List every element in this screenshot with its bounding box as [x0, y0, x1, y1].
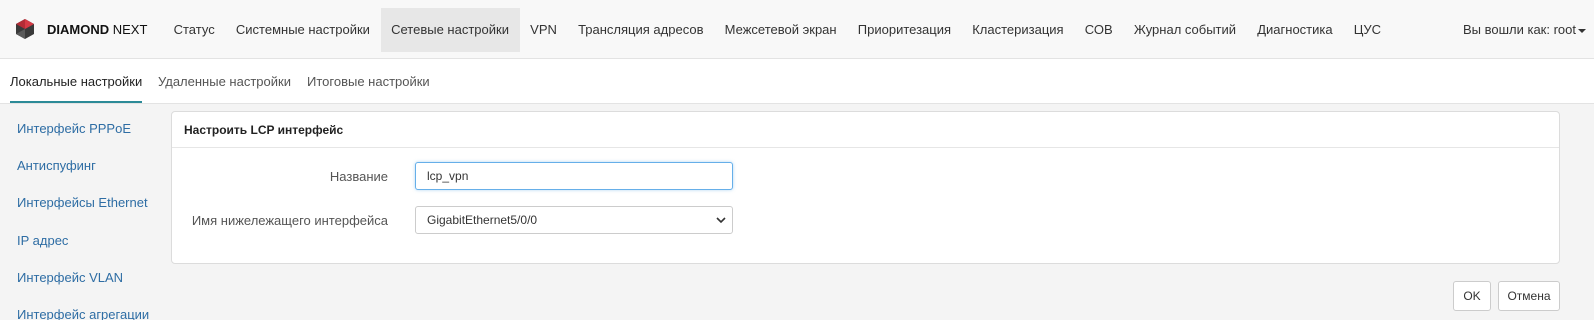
diamond-logo-icon [16, 19, 34, 39]
brand-logo[interactable]: DIAMOND NEXT [14, 16, 147, 42]
user-menu[interactable]: Вы вошли как: root [1463, 8, 1586, 52]
interface-select-value: GigabitEthernet5/0/0 [427, 213, 538, 227]
sidebar-item-antispoofing[interactable]: Антиспуфинг [17, 158, 96, 173]
nav-item-ids[interactable]: СОВ [1074, 8, 1123, 52]
sidebar-item-aggregation[interactable]: Интерфейс агрегации [17, 307, 149, 320]
sidebar-item-pppoe[interactable]: Интерфейс PPPoE [17, 121, 131, 136]
ok-button[interactable]: OK [1453, 281, 1491, 311]
sidebar-item-vlan[interactable]: Интерфейс VLAN [17, 270, 123, 285]
lcp-form-panel: Настроить LCP интерфейс Название lcp_vpn… [171, 111, 1560, 264]
sidebar: Интерфейс PPPoE Антиспуфинг Интерфейсы E… [0, 104, 160, 320]
interface-select[interactable]: GigabitEthernet5/0/0 [415, 206, 733, 234]
nav-item-nat[interactable]: Трансляция адресов [567, 8, 714, 52]
tab-remote-settings[interactable]: Удаленные настройки [158, 59, 291, 102]
panel-title: Настроить LCP интерфейс [172, 112, 1559, 148]
sidebar-item-ip-address[interactable]: IP адрес [17, 233, 68, 248]
name-input[interactable]: lcp_vpn [415, 162, 733, 190]
nav-item-cus[interactable]: ЦУС [1343, 8, 1391, 52]
chevron-down-icon [716, 217, 726, 224]
nav-item-status[interactable]: Статус [163, 8, 225, 52]
nav-item-qos[interactable]: Приоритезация [847, 8, 961, 52]
tab-local-settings[interactable]: Локальные настройки [10, 59, 143, 103]
nav-item-event-log[interactable]: Журнал событий [1123, 8, 1246, 52]
main-menu: Статус Системные настройки Сетевые настр… [163, 8, 1392, 52]
settings-tabs: Локальные настройки Удаленные настройки … [0, 59, 1594, 104]
nav-item-vpn[interactable]: VPN [520, 8, 568, 52]
user-label: Вы вошли как: root [1462, 22, 1576, 37]
cancel-button[interactable]: Отмена [1498, 281, 1560, 311]
nav-item-diagnostics[interactable]: Диагностика [1247, 8, 1344, 52]
brand-name: DIAMOND NEXT [47, 21, 148, 37]
interface-label: Имя нижележащего интерфейса [191, 213, 388, 228]
top-navbar: DIAMOND NEXT Статус Системные настройки … [0, 0, 1594, 59]
sidebar-item-ethernet[interactable]: Интерфейсы Ethernet [17, 195, 148, 210]
nav-item-clustering[interactable]: Кластеризация [962, 8, 1075, 52]
name-label: Название [329, 169, 388, 184]
caret-down-icon [1578, 28, 1586, 33]
tab-summary-settings[interactable]: Итоговые настройки [307, 59, 430, 102]
nav-item-firewall[interactable]: Межсетевой экран [714, 8, 847, 52]
nav-item-system-settings[interactable]: Системные настройки [225, 8, 380, 52]
nav-item-network-settings[interactable]: Сетевые настройки [380, 8, 520, 52]
